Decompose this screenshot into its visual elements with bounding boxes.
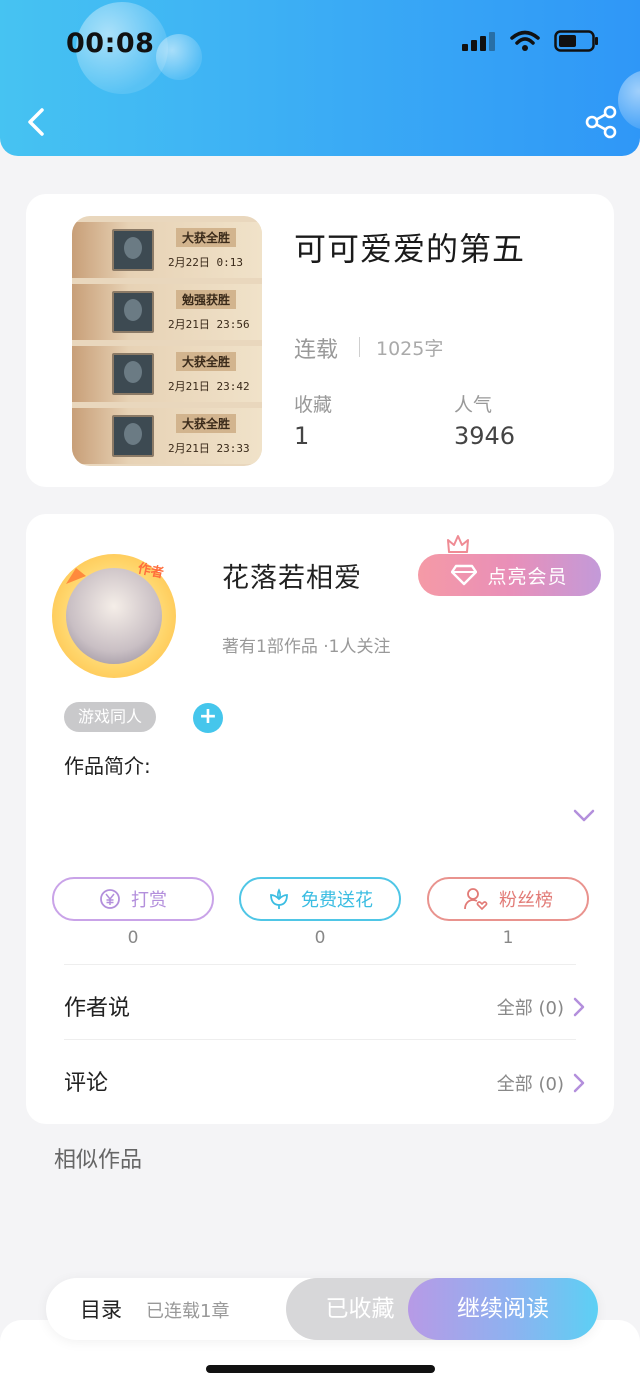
book-title: 可可爱爱的第五	[294, 230, 526, 268]
author-says-link[interactable]: 全部 (0)	[497, 994, 586, 1020]
author-says-label[interactable]: 作者说	[64, 990, 130, 1022]
bottom-action-bar: 目录 已连载1章 已收藏 继续阅读	[46, 1278, 598, 1340]
lamp-icon	[66, 568, 86, 584]
cover-date: 2月21日 23:33	[168, 442, 250, 455]
comments-link[interactable]: 全部 (0)	[497, 1070, 586, 1096]
crown-icon	[447, 535, 469, 553]
top-header: 00:08	[0, 0, 640, 156]
diamond-icon	[451, 564, 478, 586]
cover-tag: 勉强获胜	[176, 290, 237, 309]
continue-reading-button[interactable]: 继续阅读	[408, 1278, 598, 1340]
favorites-label: 收藏	[294, 394, 333, 416]
cover-row: 大获全胜 2月21日 23:33	[72, 408, 262, 464]
home-indicator	[206, 1365, 435, 1373]
comments-label[interactable]: 评论	[64, 1065, 108, 1097]
popularity-label: 人气	[454, 394, 493, 416]
cover-thumbnail	[112, 353, 154, 395]
divider	[64, 1039, 576, 1040]
cover-date: 2月22日 0:13	[168, 256, 243, 269]
chapter-status: 已连载1章	[146, 1301, 230, 1322]
flower-count: 0	[314, 928, 326, 948]
decorative-bubble	[156, 34, 202, 80]
tip-count: 0	[127, 928, 139, 948]
cover-thumbnail	[112, 415, 154, 457]
similar-works-heading: 相似作品	[54, 1148, 143, 1173]
fans-count: 1	[502, 928, 514, 948]
author-name[interactable]: 花落若相爱	[222, 556, 362, 595]
divider	[64, 964, 576, 965]
back-icon[interactable]	[22, 104, 52, 140]
book-cover[interactable]: 大获全胜 2月22日 0:13 勉强获胜 2月21日 23:56 大获全胜 2月…	[72, 216, 262, 466]
cover-row: 勉强获胜 2月21日 23:56	[72, 284, 262, 340]
intro-label: 作品简介:	[64, 754, 151, 778]
chevron-down-icon[interactable]	[572, 808, 596, 824]
signal-icon	[462, 32, 495, 51]
popularity-value: 3946	[454, 422, 516, 450]
fans-ranking-label: 粉丝榜	[499, 890, 553, 911]
user-heart-icon	[464, 888, 488, 911]
author-avatar[interactable]: 作者	[52, 554, 176, 678]
author-meta: 著有1部作品 ·1人关注	[222, 637, 391, 657]
author-card: 作者 花落若相爱 著有1部作品 ·1人关注 点亮会员 游戏同人 + 作品简介: …	[26, 514, 614, 1124]
favorites-value: 1	[294, 422, 310, 450]
share-icon[interactable]	[584, 104, 618, 140]
status-time: 00:08	[66, 28, 155, 59]
cover-tag: 大获全胜	[176, 352, 237, 371]
yuan-coin-icon	[100, 889, 120, 909]
tip-label: 打赏	[131, 890, 167, 911]
cover-date: 2月21日 23:56	[168, 318, 250, 331]
author-says-count: 全部 (0)	[496, 998, 564, 1019]
divider	[359, 337, 360, 357]
vip-label: 点亮会员	[487, 565, 568, 588]
add-tag-button[interactable]: +	[193, 703, 223, 733]
battery-icon	[554, 30, 598, 52]
serial-status: 连载	[294, 338, 339, 363]
cover-tag: 大获全胜	[176, 414, 237, 433]
cover-row: 大获全胜 2月21日 23:42	[72, 346, 262, 402]
cover-tag: 大获全胜	[176, 228, 237, 247]
cover-date: 2月21日 23:42	[168, 380, 250, 393]
chevron-right-icon	[573, 1073, 585, 1093]
tip-button[interactable]: 打赏	[52, 877, 214, 921]
toc-button[interactable]: 目录	[80, 1294, 122, 1324]
fans-ranking-button[interactable]: 粉丝榜	[427, 877, 589, 921]
send-flower-button[interactable]: 免费送花	[239, 877, 401, 921]
cover-thumbnail	[112, 291, 154, 333]
vip-button[interactable]: 点亮会员	[418, 554, 601, 596]
cover-row: 大获全胜 2月22日 0:13	[72, 222, 262, 278]
cover-thumbnail	[112, 229, 154, 271]
send-flower-label: 免费送花	[301, 890, 373, 911]
flower-icon	[270, 888, 288, 909]
wifi-icon	[510, 30, 540, 51]
book-info-card: 大获全胜 2月22日 0:13 勉强获胜 2月21日 23:56 大获全胜 2月…	[26, 194, 614, 487]
genre-tag[interactable]: 游戏同人	[64, 702, 157, 732]
comments-count: 全部 (0)	[496, 1074, 564, 1095]
word-count: 1025字	[376, 338, 444, 360]
chevron-right-icon	[573, 997, 585, 1017]
decorative-bubble	[618, 70, 640, 130]
status-icons	[462, 30, 600, 52]
